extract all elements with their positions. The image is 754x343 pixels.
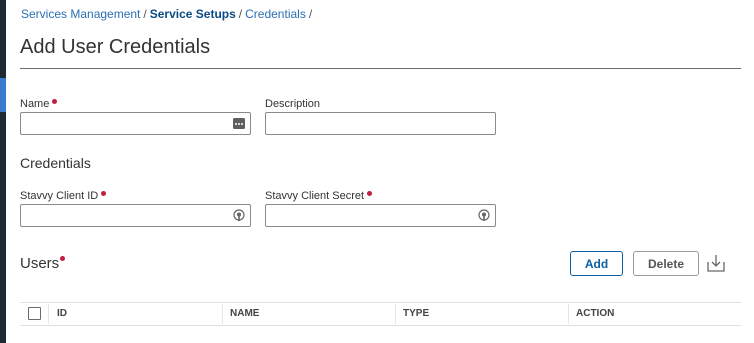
nav-active-indicator [0, 78, 6, 112]
breadcrumb-link-service-setups[interactable]: Service Setups [150, 7, 236, 21]
users-section-title: Users [20, 255, 66, 272]
client-id-label: Stavvy Client ID [20, 190, 107, 202]
client-secret-label: Stavvy Client Secret [265, 190, 373, 202]
required-indicator [60, 256, 66, 261]
breadcrumb-separator: / [143, 7, 147, 21]
required-indicator [367, 191, 373, 196]
password-manager-icon[interactable] [233, 118, 245, 129]
export-icon[interactable] [705, 252, 727, 274]
title-divider [20, 68, 741, 69]
client-id-field[interactable] [20, 204, 251, 227]
client-secret-field[interactable] [265, 204, 496, 227]
required-indicator [52, 99, 58, 104]
name-field[interactable] [20, 112, 251, 135]
credentials-section-title: Credentials [20, 155, 91, 171]
description-field[interactable] [265, 112, 496, 135]
select-all-checkbox[interactable] [28, 307, 41, 320]
add-user-button[interactable]: Add [570, 251, 623, 276]
secret-key-icon[interactable] [478, 209, 490, 222]
client-id-input[interactable] [21, 205, 250, 226]
breadcrumb-link-credentials[interactable]: Credentials [245, 7, 306, 21]
delete-user-button[interactable]: Delete [633, 251, 699, 276]
name-label: Name [20, 98, 58, 110]
column-header-action[interactable]: ACTION [568, 303, 740, 325]
description-label: Description [265, 98, 321, 110]
description-input[interactable] [266, 113, 495, 134]
breadcrumb: Services Management / Service Setups / Crede… [21, 7, 315, 21]
column-header-name[interactable]: NAME [222, 303, 395, 325]
users-table-header: ID NAME TYPE ACTION [20, 302, 741, 326]
column-header-type[interactable]: TYPE [395, 303, 568, 325]
left-navigation-rail [0, 0, 6, 343]
required-indicator [101, 191, 107, 196]
breadcrumb-separator: / [238, 7, 243, 21]
name-input[interactable] [21, 113, 250, 134]
column-header-id[interactable]: ID [49, 303, 222, 325]
client-secret-input[interactable] [266, 205, 495, 226]
page-title: Add User Credentials [20, 36, 211, 58]
breadcrumb-separator: / [308, 7, 313, 21]
breadcrumb-link-services-management[interactable]: Services Management [21, 7, 140, 21]
secret-key-icon[interactable] [233, 209, 245, 222]
